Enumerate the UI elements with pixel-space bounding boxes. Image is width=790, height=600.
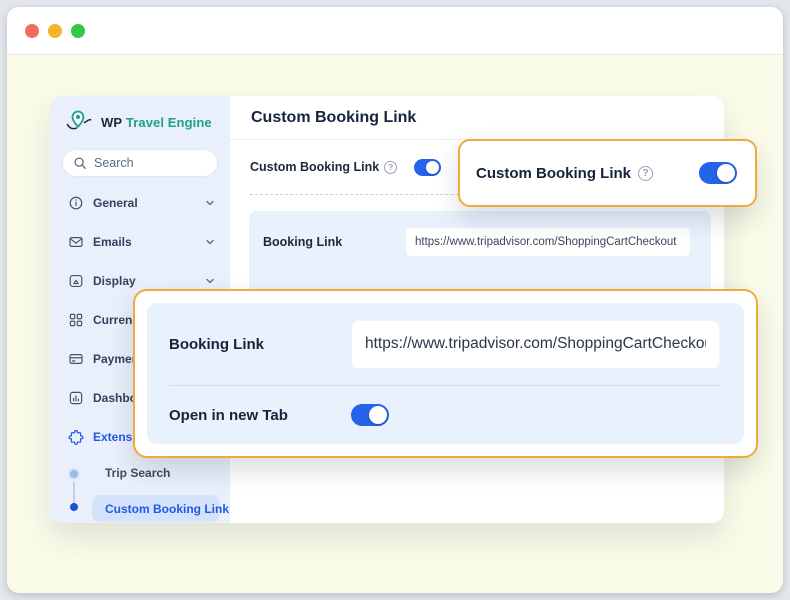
sidebar-subitem-custom-booking-link[interactable]: Custom Booking Link: [92, 495, 229, 522]
callout-booking-link-label: Booking Link: [169, 335, 264, 353]
chevron-down-icon: [204, 197, 216, 209]
search-input[interactable]: [94, 156, 207, 170]
highlight-callout-panel: Booking Link Open in new Tab: [133, 289, 758, 458]
booking-link-input[interactable]: [405, 227, 691, 257]
callout-booking-link-row: Booking Link: [147, 303, 744, 385]
chevron-down-icon: [204, 275, 216, 287]
setting-label-text: Custom Booking Link: [250, 160, 380, 174]
callout-panel-body: Booking Link Open in new Tab: [147, 303, 744, 444]
subnav-connector-line: [73, 482, 75, 504]
toggle-knob: [426, 160, 439, 174]
info-circle-icon: [68, 195, 84, 211]
sidebar-item-general[interactable]: General: [68, 191, 216, 215]
puzzle-icon: [68, 429, 84, 445]
sidebar-subitem-trip-search[interactable]: Trip Search: [105, 466, 170, 480]
help-icon[interactable]: ?: [638, 165, 653, 181]
custom-booking-link-toggle[interactable]: [414, 158, 441, 176]
sidebar-item-label: General: [93, 196, 138, 210]
sidebar-item-label: Display: [93, 274, 136, 288]
callout-open-new-tab-row: Open in new Tab: [147, 386, 744, 444]
booking-link-field-row: Booking Link: [249, 211, 711, 257]
traffic-light-close-icon[interactable]: [25, 23, 39, 38]
sidebar-item-emails[interactable]: Emails: [68, 230, 216, 254]
open-new-tab-label: Open in new Tab: [169, 406, 288, 424]
subnav-bullet-active-icon: [70, 503, 78, 511]
callout-booking-link-input[interactable]: [351, 319, 720, 369]
sidebar-item-label: Emails: [93, 235, 132, 249]
brand-name: WP Travel Engine: [101, 115, 212, 130]
toggle-knob: [717, 164, 735, 182]
callout-setting-label-text: Custom Booking Link: [476, 164, 631, 182]
grid-icon: [68, 312, 84, 328]
brand-logo: WP Travel Engine: [65, 109, 212, 135]
travel-pin-logo-icon: [65, 109, 95, 135]
credit-card-icon: [68, 351, 84, 367]
traffic-light-zoom-icon[interactable]: [71, 23, 85, 38]
callout-custom-booking-link-toggle[interactable]: [699, 162, 737, 184]
chevron-down-icon: [204, 236, 216, 248]
page-title: Custom Booking Link: [251, 108, 417, 126]
window-titlebar: [7, 7, 783, 55]
page-header: Custom Booking Link: [230, 96, 724, 140]
subnav-bullet-icon: [70, 470, 78, 478]
toggle-knob: [369, 406, 387, 424]
display-icon: [68, 273, 84, 289]
highlight-callout-toggle: Custom Booking Link ?: [458, 139, 757, 207]
search-box[interactable]: [62, 149, 218, 177]
help-icon[interactable]: ?: [384, 160, 398, 174]
envelope-icon: [68, 234, 84, 250]
bar-chart-icon: [68, 390, 84, 406]
booking-link-label: Booking Link: [263, 235, 343, 249]
setting-label: Custom Booking Link ?: [250, 160, 414, 174]
sidebar-subitem-label: Custom Booking Link: [105, 501, 229, 516]
traffic-light-minimize-icon[interactable]: [48, 23, 62, 38]
callout-setting-label: Custom Booking Link ?: [476, 165, 653, 182]
brand-suffix: Travel Engine: [125, 114, 212, 130]
search-icon: [73, 156, 87, 170]
open-new-tab-toggle[interactable]: [351, 404, 389, 426]
brand-prefix: WP: [101, 114, 123, 130]
